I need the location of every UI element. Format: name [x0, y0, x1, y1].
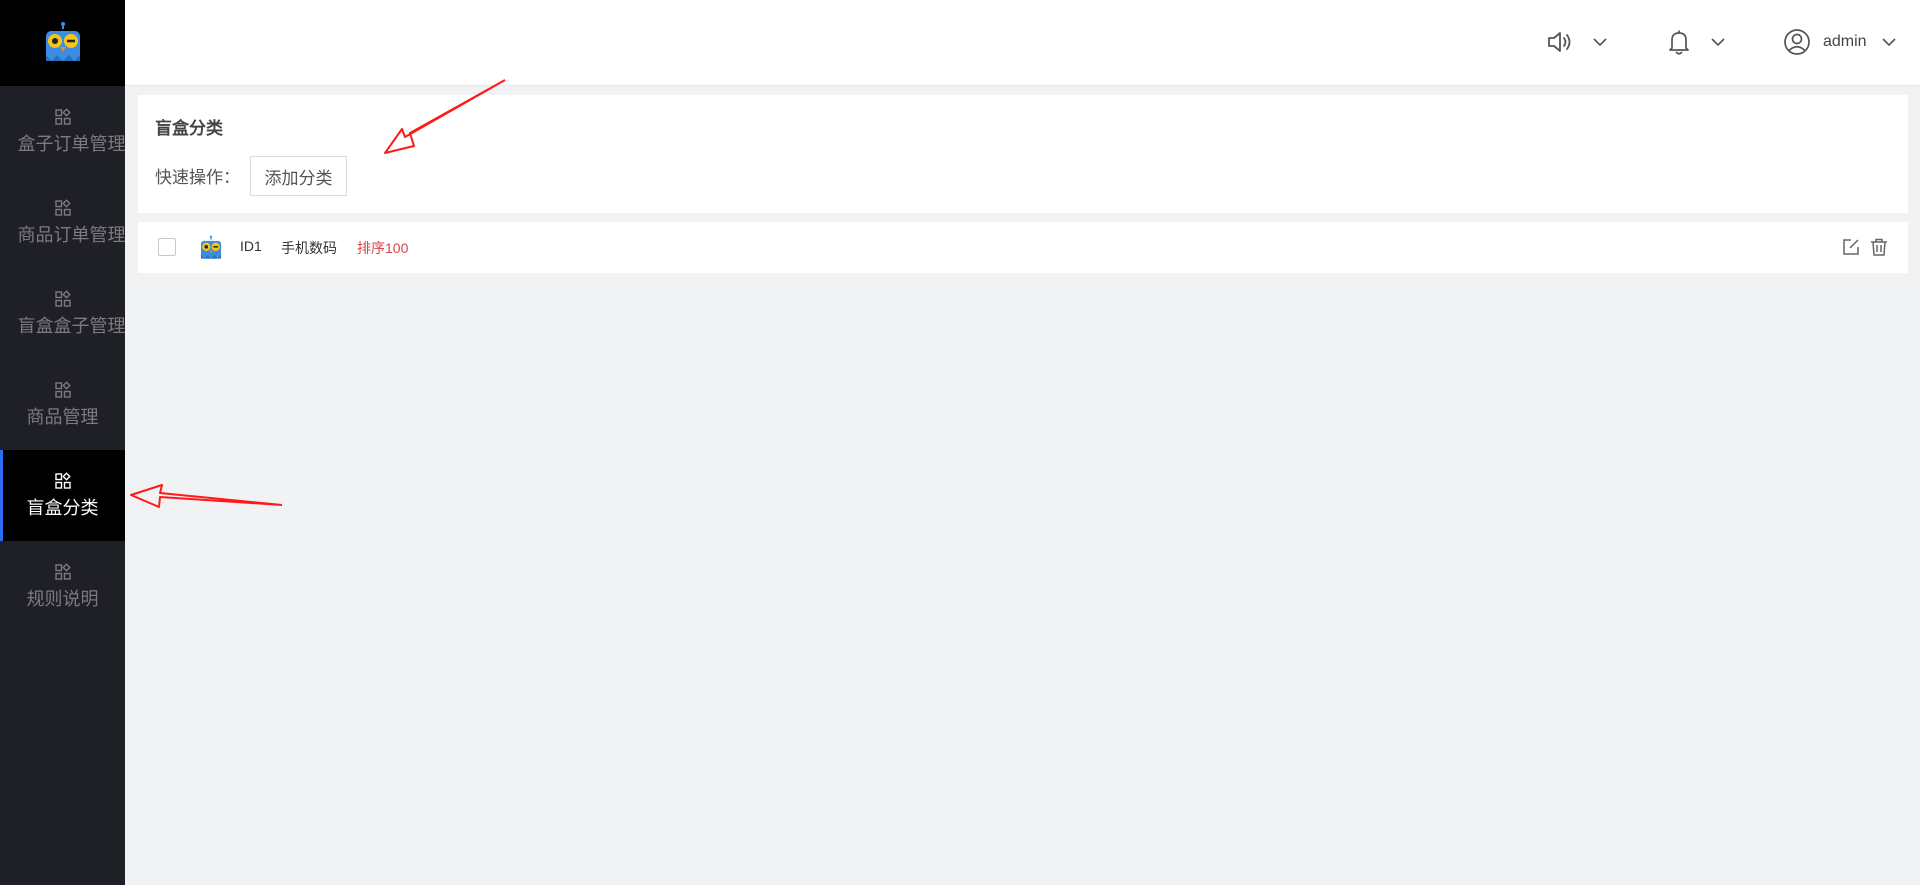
- grid-icon: [54, 472, 71, 489]
- sidebar-item-rules[interactable]: 规则说明: [0, 541, 125, 632]
- edit-icon[interactable]: [1841, 237, 1861, 257]
- category-panel: 盲盒分类 快速操作： 添加分类: [138, 95, 1908, 213]
- grid-icon: [54, 199, 71, 216]
- chevron-down-icon: [1593, 38, 1607, 47]
- sidebar-item-product-orders[interactable]: 商品订单管理: [0, 177, 125, 268]
- logo[interactable]: [0, 0, 125, 86]
- owl-logo-icon: [45, 22, 80, 61]
- sidebar: 盒子订单管理 商品订单管理 盲盒盒子管理 商品管理 盲盒分类 规则说明: [0, 0, 125, 885]
- sidebar-item-label: 规则说明: [26, 589, 99, 609]
- row-sort: 排序100: [357, 240, 409, 256]
- speaker-menu[interactable]: [1546, 28, 1608, 56]
- quick-actions-label: 快速操作：: [155, 168, 240, 187]
- sidebar-item-label: 盲盒盒子管理: [17, 316, 126, 336]
- user-menu[interactable]: admin: [1783, 28, 1897, 56]
- grid-icon: [54, 563, 71, 580]
- bell-icon: [1669, 30, 1689, 55]
- sidebar-item-blind-box-manage[interactable]: 盲盒盒子管理: [0, 268, 125, 359]
- user-icon: [1784, 29, 1810, 55]
- row-id: ID1: [240, 238, 262, 254]
- sidebar-item-label: 盒子订单管理: [17, 134, 126, 154]
- arrow-to-active-menu: [130, 484, 283, 508]
- chevron-down-icon: [1882, 38, 1896, 47]
- delete-icon[interactable]: [1869, 237, 1889, 257]
- top-header: admin: [125, 0, 1920, 86]
- category-thumbnail: [200, 235, 222, 259]
- sidebar-item-products[interactable]: 商品管理: [0, 359, 125, 450]
- add-category-button[interactable]: 添加分类: [250, 156, 347, 196]
- page-title: 盲盒分类: [155, 119, 223, 138]
- sidebar-item-label: 盲盒分类: [26, 498, 99, 518]
- row-name: 手机数码: [281, 240, 337, 256]
- sidebar-item-label: 商品订单管理: [17, 225, 126, 245]
- list-item: ID1 手机数码 排序100: [138, 222, 1908, 273]
- speaker-icon: [1548, 32, 1571, 52]
- sidebar-item-box-orders[interactable]: 盒子订单管理: [0, 86, 125, 177]
- row-checkbox[interactable]: [158, 238, 176, 256]
- grid-icon: [54, 108, 71, 125]
- grid-icon: [54, 381, 71, 398]
- sidebar-item-blind-box-category[interactable]: 盲盒分类: [0, 450, 125, 541]
- user-name: admin: [1823, 33, 1867, 50]
- grid-icon: [54, 290, 71, 307]
- notification-menu[interactable]: [1666, 28, 1726, 56]
- sidebar-item-label: 商品管理: [26, 407, 99, 427]
- chevron-down-icon: [1711, 38, 1725, 47]
